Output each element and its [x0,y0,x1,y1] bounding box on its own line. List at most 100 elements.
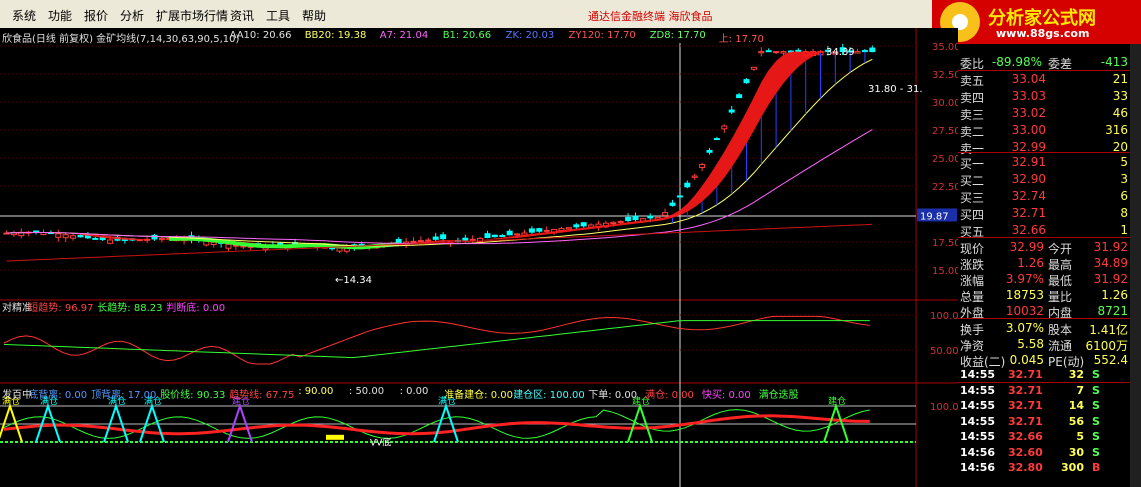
candle-body [610,221,617,225]
bid-price: 32.90 [1011,172,1046,186]
candle-body [92,237,99,240]
stat-row: 现价 32.99 今开 31.92 [958,240,1138,256]
legend-item: ZD8: 17.70 [649,30,706,41]
ask-price: 33.02 [1011,106,1046,120]
tick-row: 14:55 32.66 5 S [958,430,1138,445]
y-tick-label: 15.00 [932,266,958,277]
menu-item-analysis[interactable]: 分析 [120,7,144,24]
legend-item: 短趋势: 96.97 [28,303,94,314]
quote-divider [958,152,1130,153]
menu-item-system[interactable]: 系统 [12,7,36,24]
ask-volume: 21 [1112,72,1128,86]
candle-body [528,228,535,233]
candle-body [565,227,572,230]
tick-price: 32.71 [1008,399,1043,412]
candle-body [417,240,424,243]
y-tick-label: 27.50 [932,126,958,137]
tick-price: 32.80 [1008,461,1043,474]
menu-item-info[interactable]: 资讯 [230,7,254,24]
candle-body [70,235,77,239]
legend-item: 趋势线: 67.75 [229,390,295,401]
bid-price: 32.74 [1011,189,1046,203]
stat-value: 552.4 [1093,353,1128,367]
legend-item: 长趋势: 88.23 [97,303,163,314]
tick-time: 14:55 [960,383,996,397]
tick-side: S [1092,430,1100,443]
stat-value: 5.58 [1017,337,1044,351]
candle-body [329,247,336,250]
stat-label: 流通 [1048,339,1073,353]
legend-item: : 50.00 [348,386,385,397]
menu-item-function[interactable]: 功能 [48,7,72,24]
tick-volume: 30 [1068,445,1084,459]
menu-bar: 系统 功能 报价 分析 扩展市场行情 资讯 工具 帮助 通达信金融终端 海欣食品 [0,0,932,29]
y-tick-label: 35.00 [932,42,958,53]
chart-area[interactable]: 35.00 32.50 30.00 27.50 25.00 22.50 17.50 15.00… [0,28,958,487]
stat-value: 31.92 [1093,272,1128,286]
tick-row: 14:55 32.71 7 S [958,384,1138,399]
y-tick-label: 30.00 [932,98,958,109]
bid-volume: 3 [1120,172,1128,186]
ask-price: 33.00 [1011,123,1046,137]
ask-price: 33.03 [1011,89,1046,103]
tick-time: 14:55 [960,399,996,412]
legend-item: 上: 17.70 [718,34,764,45]
quote-divider [958,318,1130,319]
stat-label: 涨跌 [960,258,985,272]
candle-body [684,182,691,188]
stat-value: 6100万 [1085,339,1128,353]
tick-side: S [1092,383,1100,397]
stat-label: 换手 [960,323,985,337]
ind1-tick-label: 100.0 [930,311,958,322]
candle-body [225,243,232,249]
menu-item-help[interactable]: 帮助 [302,7,326,24]
candle-body [491,234,498,238]
tick-row: 14:55 32.71 56 S [958,415,1138,430]
tick-row: 14:55 32.71 32 S [958,368,1138,383]
y-tick-label: 32.50 [932,70,958,81]
candle-body [699,164,706,168]
menu-item-extended-market[interactable]: 扩展市场行情 [156,7,228,24]
tick-time: 14:56 [960,445,996,459]
legend-item: ZY120: 17.70 [568,30,636,41]
menu-item-quote[interactable]: 报价 [84,7,108,24]
ask-price: 33.04 [1011,72,1046,86]
candle-body [758,51,765,54]
ask-volume: 33 [1112,89,1128,103]
quote-divider [958,70,1130,71]
bid-label: 买三 [960,191,985,205]
stat-label: 股本 [1048,323,1073,337]
candle-body [713,138,720,141]
stat-value: 18753 [1005,288,1044,302]
menu-item-tools[interactable]: 工具 [266,7,290,24]
legend-item: A7: 21.04 [379,30,429,41]
tick-side: B [1092,461,1101,474]
candle-body [647,215,654,219]
bid-volume: 6 [1120,189,1128,203]
vertical-scrollbar[interactable] [1130,44,1141,487]
last-price-label: 31.80 - 31. [868,84,923,95]
main-legend: 欣食品(日线 前复权) 金矿均线(7,14,30,63,90,5,10) AA10… [0,30,910,45]
low-price-label: ←14.34 [335,275,372,286]
stat-row: 收益(二) 0.045 PE(动) 552.4 [958,353,1138,369]
bid-volume: 5 [1120,155,1128,169]
tick-price: 32.71 [1008,368,1043,381]
stat-value: 32.99 [1009,240,1044,254]
candle-body [484,233,491,239]
candle-body [691,175,698,178]
ask-volume: 46 [1112,106,1128,120]
candle-body [462,237,469,241]
candle-body [743,79,750,84]
legend-item: 股价线: 90.33 [160,390,226,401]
candle-body [854,51,861,54]
legend-item: AA10: 20.66 [229,30,292,41]
stat-row: 涨幅 3.97% 最低 31.92 [958,272,1138,288]
candle-body [107,239,114,244]
kline-chart[interactable]: 35.00 32.50 30.00 27.50 25.00 22.50 17.50 15.00… [0,28,958,487]
tick-volume: 56 [1068,414,1084,428]
tick-price: 32.60 [1008,445,1043,459]
candle-body [536,228,543,232]
candle-body [861,50,868,53]
wei-cha-value: -413 [1100,55,1128,69]
stat-value: 8721 [1097,304,1128,318]
